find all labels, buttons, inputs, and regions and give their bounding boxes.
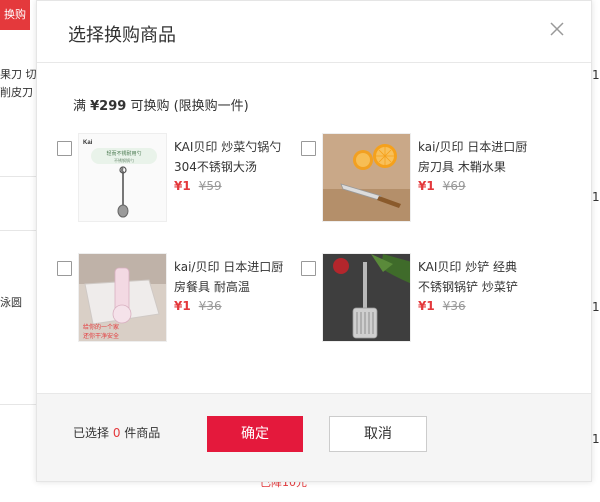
product-checkbox[interactable]: [57, 141, 72, 156]
product-checkbox[interactable]: [301, 141, 316, 156]
confirm-button[interactable]: 确定: [207, 416, 303, 452]
ladle-slogan: 轻而不锈耐用勺: [106, 150, 141, 157]
product-item: KAI贝印 炒铲 经典不锈钢锅铲 炒菜铲 ¥1 ¥36: [301, 249, 537, 349]
spatula-icon: [322, 253, 411, 342]
product-item: 给你的一个家 还你干净安全 kai/贝印 日本进口厨房餐具 耐高温 ¥1 ¥36: [57, 249, 293, 349]
background-text: 泳圆: [0, 296, 22, 309]
original-price: ¥36: [442, 299, 466, 313]
background-line-1: 果刀 切: [0, 68, 36, 81]
divider: [0, 176, 36, 177]
product-name[interactable]: kai/贝印 日本进口厨房刀具 木鞘水果: [418, 137, 528, 177]
background-mark: 1: [592, 190, 600, 204]
rule-suffix: 可换购 (限换购一件): [126, 99, 249, 114]
exchange-price: ¥1: [174, 179, 191, 193]
product-checkbox[interactable]: [301, 261, 316, 276]
exchange-dialog: 选择换购商品 满 ¥299 可换购 (限换购一件) Kai 轻而不锈耐用勺 不锈…: [36, 0, 592, 482]
rule-amount: ¥299: [90, 99, 127, 114]
product-checkbox[interactable]: [57, 261, 72, 276]
background-mark: 1: [592, 300, 600, 314]
product-name[interactable]: KAI贝印 炒铲 经典不锈钢锅铲 炒菜铲: [418, 257, 528, 297]
product-item: Kai 轻而不锈耐用勺 不锈钢锅勺 KAI贝印 炒菜勺锅勺304不锈钢大汤 ¥1…: [57, 129, 293, 229]
kitchenware-icon: 给你的一个家 还你干净安全: [78, 253, 167, 342]
background-text: 果刀 切 削皮刀: [0, 66, 36, 102]
divider: [0, 230, 36, 231]
ladle-subtitle: 不锈钢锅勺: [114, 157, 134, 163]
knife-icon: [322, 133, 411, 222]
exchange-rule: 满 ¥299 可换购 (限换购一件): [73, 95, 249, 114]
original-price: ¥69: [442, 179, 466, 193]
product-prices: ¥1 ¥36: [174, 299, 284, 313]
cancel-button[interactable]: 取消: [329, 416, 427, 452]
kitchen-slogan-1: 给你的一个家: [83, 323, 119, 331]
product-info: KAI贝印 炒菜勺锅勺304不锈钢大汤 ¥1 ¥59: [174, 137, 284, 193]
background-mark: 1: [592, 68, 600, 82]
product-info: KAI贝印 炒铲 经典不锈钢锅铲 炒菜铲 ¥1 ¥36: [418, 257, 528, 313]
exchange-price: ¥1: [174, 299, 191, 313]
dialog-header: 选择换购商品: [37, 1, 591, 63]
rule-prefix: 满: [73, 99, 91, 114]
original-price: ¥36: [198, 299, 222, 313]
background-mark: 1: [592, 432, 600, 446]
product-item: kai/贝印 日本进口厨房刀具 木鞘水果 ¥1 ¥69: [301, 129, 537, 229]
product-name[interactable]: kai/贝印 日本进口厨房餐具 耐高温: [174, 257, 284, 297]
selected-prefix: 已选择: [73, 426, 113, 440]
close-icon[interactable]: [547, 19, 567, 39]
exchange-price: ¥1: [418, 299, 435, 313]
dialog-footer: 已选择 0 件商品 确定 取消: [37, 393, 591, 481]
background-tag: 换购: [0, 0, 30, 30]
ladle-brand-text: Kai: [83, 140, 93, 146]
product-prices: ¥1 ¥69: [418, 179, 528, 193]
product-info: kai/贝印 日本进口厨房刀具 木鞘水果 ¥1 ¥69: [418, 137, 528, 193]
dialog-title: 选择换购商品: [68, 25, 176, 46]
exchange-price: ¥1: [418, 179, 435, 193]
product-prices: ¥1 ¥59: [174, 179, 284, 193]
selected-summary: 已选择 0 件商品: [73, 424, 160, 441]
selected-suffix: 件商品: [120, 426, 161, 440]
background-page: 换购 果刀 切 削皮刀 泳圆: [0, 0, 36, 502]
kitchen-slogan-2: 还你干净安全: [83, 332, 119, 340]
product-name[interactable]: KAI贝印 炒菜勺锅勺304不锈钢大汤: [174, 137, 284, 177]
original-price: ¥59: [198, 179, 222, 193]
divider: [0, 404, 36, 405]
product-prices: ¥1 ¥36: [418, 299, 528, 313]
product-info: kai/贝印 日本进口厨房餐具 耐高温 ¥1 ¥36: [174, 257, 284, 313]
ladle-icon: Kai 轻而不锈耐用勺 不锈钢锅勺: [78, 133, 167, 222]
background-line-2: 削皮刀: [0, 86, 33, 99]
